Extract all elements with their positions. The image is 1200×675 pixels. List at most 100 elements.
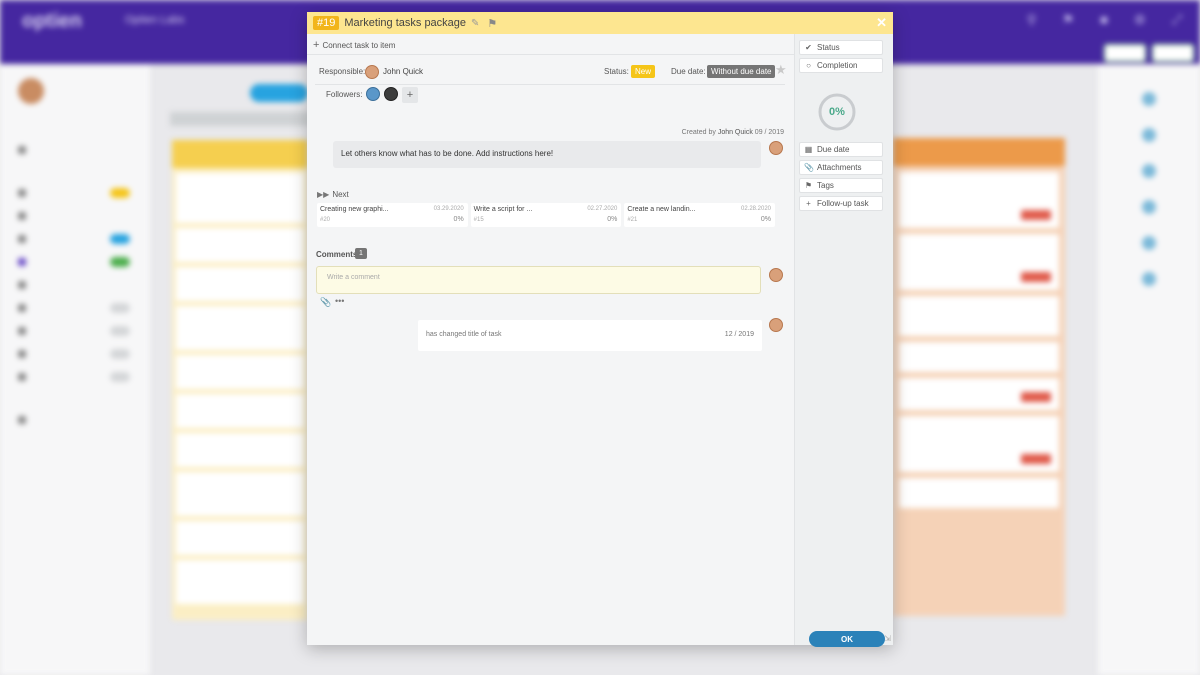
nav-item (18, 365, 138, 388)
next-task-title: Write a script for ... (473, 206, 533, 213)
responsible-avatar[interactable] (365, 65, 379, 79)
nav-item (18, 273, 138, 296)
follow-up-task-label: Follow-up task (817, 199, 869, 208)
nav-item (18, 227, 138, 250)
responsible-label: Responsible: (319, 67, 366, 76)
calendar-icon: ▦ (804, 145, 813, 154)
activity-entry: has changed title of task 12 / 2019 (418, 320, 762, 351)
task-card (899, 172, 1059, 228)
user-avatar (18, 78, 44, 104)
next-task-date: 02.27.2020 (587, 206, 618, 212)
status-badge[interactable]: New (631, 65, 656, 78)
completion-button[interactable]: ○ Completion (799, 58, 883, 73)
next-task-date: 02.28.2020 (740, 206, 772, 212)
status-label: Status: (604, 67, 629, 76)
close-icon[interactable]: ✕ (876, 15, 887, 31)
task-card (176, 306, 304, 350)
due-date-button[interactable]: ▦ Due date (799, 142, 883, 157)
next-task-card[interactable]: Write a script for ... 02.27.2020 #15 0% (470, 203, 622, 227)
top-icons: ⚲ ⚑ ■ ⚙ ⤢ (1027, 12, 1182, 28)
plus-icon: + (406, 89, 414, 101)
due-date-label: Due date: (671, 67, 706, 76)
nav-item (18, 181, 138, 204)
avatar (1142, 92, 1156, 106)
follow-up-task-button[interactable]: + Follow-up task (799, 196, 883, 211)
plus-icon: + (806, 199, 811, 208)
task-card (899, 342, 1059, 372)
column-header (172, 140, 308, 168)
task-card (899, 234, 1059, 290)
created-by-name: John Quick (717, 129, 753, 136)
new-button (250, 84, 308, 102)
created-by-date: 09 / 2019 (754, 129, 784, 136)
ok-button[interactable]: OK (809, 631, 885, 647)
created-by-prefix: Created by (681, 129, 716, 136)
modal-header: #19 Marketing tasks package ✎ ⚑ ✕ (307, 12, 893, 34)
next-task-id: #20 (320, 217, 331, 223)
commenter-avatar (769, 268, 783, 282)
task-card (899, 478, 1059, 508)
next-task-progress: 0% (607, 216, 618, 223)
right-panel (1098, 64, 1200, 675)
responsible-name[interactable]: John Quick (383, 67, 423, 76)
divider (307, 54, 794, 55)
completion-button-label: Completion (817, 61, 858, 70)
more-icon[interactable]: ••• (335, 296, 344, 306)
attachments-button[interactable]: 📎 Attachments (799, 160, 883, 175)
avatar (1142, 128, 1156, 142)
due-date-badge[interactable]: Without due date (707, 65, 776, 78)
column-todo (172, 140, 308, 620)
comment-input[interactable]: Write a comment (316, 266, 761, 294)
status-button-label: Status (817, 43, 840, 52)
task-card (176, 228, 304, 262)
task-card (899, 296, 1059, 336)
task-card (899, 378, 1059, 410)
task-card (176, 394, 304, 428)
connect-task-label: Connect task to item (322, 40, 396, 50)
task-card (176, 472, 304, 516)
status-button[interactable]: ✔ Status (799, 40, 883, 55)
plus-icon: + (313, 39, 320, 51)
next-task-progress: 0% (453, 216, 464, 223)
resize-icon[interactable]: ⇲ (884, 634, 891, 643)
next-task-card[interactable]: Creating new graphi... 03.29.2020 #20 0% (317, 203, 468, 227)
avatar (1142, 200, 1156, 214)
next-task-card[interactable]: Create a new landin... 02.28.2020 #21 0% (624, 203, 776, 227)
completion-value: 0% (829, 106, 845, 118)
pencil-icon[interactable]: ✎ (471, 18, 479, 29)
expand-icon: ⤢ (1171, 12, 1182, 27)
nav-item (18, 342, 138, 365)
next-tasks: Creating new graphi... 03.29.2020 #20 0%… (317, 203, 776, 227)
follower-avatar[interactable] (366, 87, 380, 101)
nav-item (18, 138, 138, 161)
next-task-id: #21 (627, 217, 638, 223)
app-logo: optien (22, 10, 82, 32)
tags-button[interactable]: ⚑ Tags (799, 178, 883, 193)
activity-text: has changed title of task (426, 331, 502, 338)
task-number-badge: #19 (313, 16, 340, 30)
search-icon: ⚲ (1026, 12, 1037, 27)
next-section-label[interactable]: ▶▶ Next (317, 190, 349, 199)
comments-count-badge: 1 (355, 248, 367, 259)
nav-item (18, 408, 138, 431)
task-description[interactable]: Let others know what has to be done. Add… (333, 141, 761, 168)
video-icon: ■ (1100, 12, 1108, 27)
task-card (176, 173, 304, 223)
task-details: + Connect task to item Responsible: John… (307, 34, 794, 645)
tag-icon: ⚑ (804, 181, 813, 190)
next-label: Next (332, 190, 349, 199)
activity-avatar (769, 318, 783, 332)
task-title[interactable]: Marketing tasks package (344, 17, 466, 29)
connect-task-link[interactable]: + Connect task to item (313, 39, 395, 51)
follower-avatar[interactable] (384, 87, 398, 101)
flag-icon[interactable]: ⚑ (487, 17, 497, 30)
task-card (176, 355, 304, 389)
avatar (1142, 236, 1156, 250)
add-follower-button[interactable]: + (402, 87, 418, 103)
star-icon[interactable]: ★ (775, 62, 787, 78)
filters (170, 112, 310, 126)
attachments-button-label: Attachments (817, 163, 862, 172)
attachment-icon[interactable]: 📎 (320, 297, 331, 308)
task-card (899, 416, 1059, 472)
nav-section (18, 118, 138, 138)
